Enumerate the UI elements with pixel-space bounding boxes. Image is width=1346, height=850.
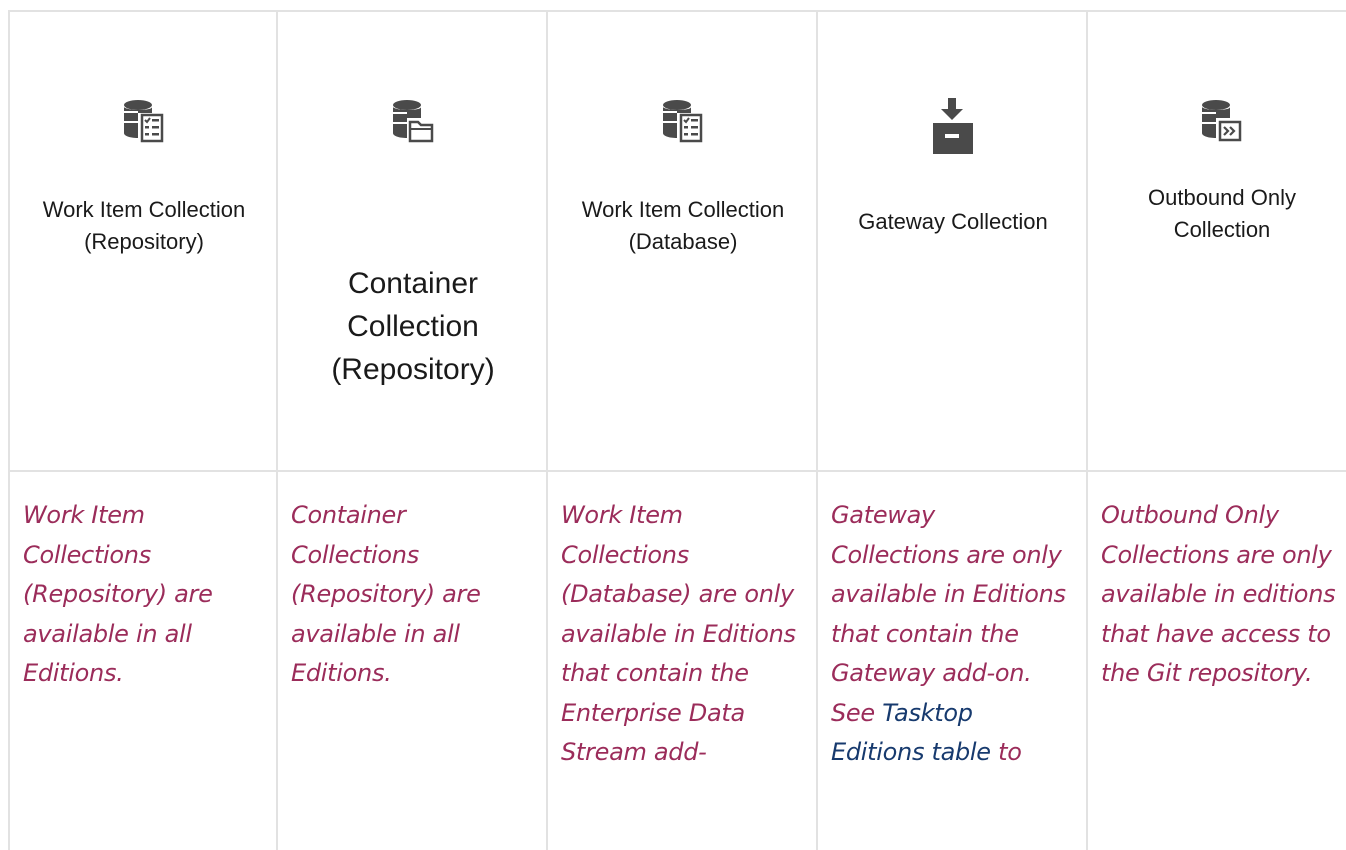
- database-checklist-icon: [663, 100, 703, 143]
- column-title: Container Collection (Repository): [331, 267, 495, 386]
- edition-note: Outbound Only Collections are only avail…: [1101, 501, 1336, 687]
- collection-types-table: Work Item Collection (Repository) Contai…: [8, 10, 1346, 850]
- edition-note: Work Item Collections (Database) are onl…: [561, 501, 796, 766]
- download-box-icon: [933, 98, 973, 154]
- header-cell-gateway: Gateway Collection: [816, 10, 1088, 472]
- database-folder-icon: [393, 100, 434, 143]
- column-title: Outbound Only Collection: [1148, 185, 1296, 242]
- edition-note: Work Item Collections (Repository) are a…: [23, 501, 213, 687]
- header-cell-work-item-database: Work Item Collection (Database): [546, 10, 818, 472]
- header-cell-container-repository: Container Collection (Repository): [276, 10, 548, 472]
- note-cell: Container Collections (Repository) are a…: [276, 470, 548, 850]
- database-checklist-icon: [124, 100, 164, 143]
- edition-note: Gateway Collections are only available i…: [831, 501, 1066, 766]
- header-cell-work-item-repository: Work Item Collection (Repository): [8, 10, 278, 472]
- note-cell: Outbound Only Collections are only avail…: [1086, 470, 1346, 850]
- database-forward-icon: [1202, 100, 1242, 142]
- note-cell: Gateway Collections are only available i…: [816, 470, 1088, 850]
- header-cell-outbound-only: Outbound Only Collection: [1086, 10, 1346, 472]
- edition-note: Container Collections (Repository) are a…: [291, 501, 481, 687]
- column-title: Work Item Collection (Database): [581, 197, 785, 254]
- column-title: Gateway Collection: [858, 209, 1048, 234]
- column-title: Work Item Collection (Repository): [42, 197, 246, 254]
- note-cell: Work Item Collections (Database) are onl…: [546, 470, 818, 850]
- note-cell: Work Item Collections (Repository) are a…: [8, 470, 278, 850]
